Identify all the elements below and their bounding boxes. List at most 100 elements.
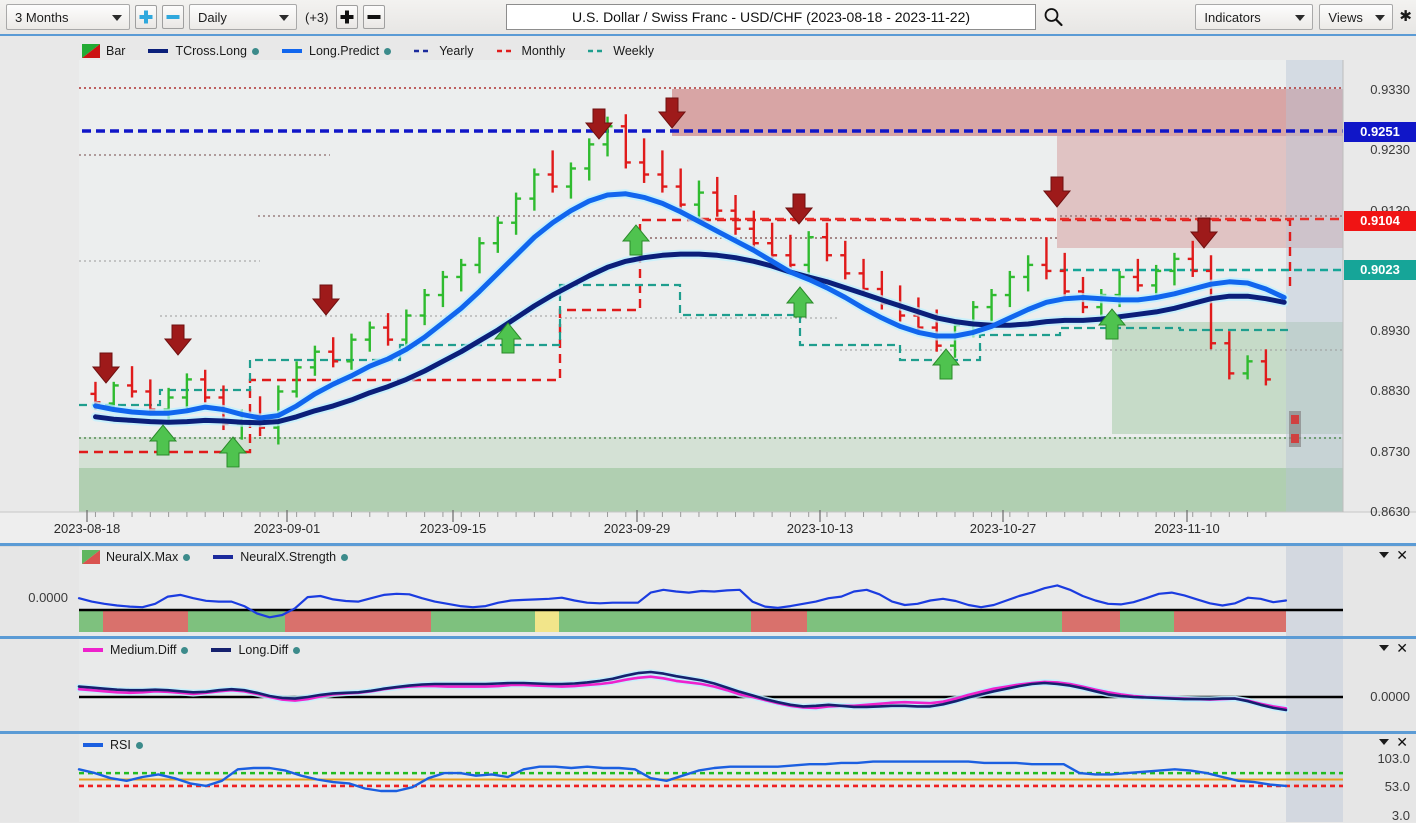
neuralx-legend-item[interactable]: NeuralX.Max [82, 550, 190, 564]
diff-legend-item[interactable]: Medium.Diff [82, 643, 188, 657]
last-bar-marker-top [1291, 415, 1299, 424]
main-price-panel[interactable]: 2023-08-182023-09-012023-09-152023-09-29… [0, 60, 1416, 543]
line-swatch-icon [82, 740, 104, 750]
chevron-down-icon[interactable] [1379, 552, 1389, 558]
interval-select[interactable]: Daily [189, 4, 297, 30]
price-axis-label: 0.8630 [1344, 504, 1410, 519]
range-select-value: 3 Months [15, 10, 68, 25]
neuralx-panel[interactable]: NeuralX.Max NeuralX.Strength ✕ 0.0000 [0, 546, 1416, 636]
line-swatch-icon [281, 46, 303, 56]
neuralx-max-bar [1062, 610, 1120, 632]
main-legend-item[interactable]: Yearly [413, 44, 473, 58]
neuralx-max-bar [559, 610, 751, 632]
main-legend-item[interactable]: Monthly [496, 44, 566, 58]
chevron-down-icon [279, 15, 289, 21]
views-select[interactable]: Views [1319, 4, 1393, 30]
range-select[interactable]: 3 Months [6, 4, 130, 30]
range-increase-button[interactable] [135, 5, 157, 29]
legend-options-dot[interactable] [252, 48, 259, 55]
diff-right-axis-label: 0.0000 [1348, 689, 1410, 704]
neuralx-left-axis-label: 0.0000 [6, 590, 68, 605]
main-legend-item[interactable]: Bar [82, 44, 125, 58]
neuralx-max-bar [751, 610, 807, 632]
dashed-line-swatch-icon [413, 46, 433, 56]
neuralx-max-bar [431, 610, 535, 632]
search-icon[interactable] [1042, 6, 1064, 28]
indicators-select[interactable]: Indicators [1195, 4, 1313, 30]
price-axis-label: 0.8830 [1344, 383, 1410, 398]
legend-options-dot[interactable] [293, 647, 300, 654]
close-icon[interactable]: ✕ [1396, 736, 1408, 748]
dashed-line-swatch-icon [587, 46, 607, 56]
line-swatch-icon [82, 645, 104, 655]
legend-options-dot[interactable] [384, 48, 391, 55]
chevron-down-icon[interactable] [1379, 739, 1389, 745]
rsi-canvas[interactable] [0, 734, 1416, 822]
chevron-down-icon[interactable] [1379, 645, 1389, 651]
main-legend-label: TCross.Long [175, 44, 247, 58]
main-legend-item[interactable]: TCross.Long [147, 44, 259, 58]
diff-legend-item[interactable]: Long.Diff [210, 643, 300, 657]
neuralx-max-bar [188, 610, 285, 632]
rsi-legend: RSI [82, 737, 165, 753]
x-axis-label: 2023-09-01 [254, 521, 321, 536]
neuralx-max-bar [535, 610, 559, 632]
offset-increase-button[interactable] [336, 5, 358, 29]
rsi-plot-area [79, 734, 1343, 822]
x-axis-label: 2023-10-27 [970, 521, 1037, 536]
offset-label: (+3) [302, 10, 331, 25]
rsi-axis-label-low: 3.0 [1348, 808, 1410, 823]
views-select-value: Views [1328, 10, 1362, 25]
main-legend-item[interactable]: Long.Predict [281, 44, 391, 58]
close-icon[interactable]: ✕ [1396, 549, 1408, 561]
legend-options-dot[interactable] [181, 647, 188, 654]
toolbar-right-group: Indicators Views ✱ [1195, 4, 1412, 30]
rsi-forecast-shade [1286, 734, 1343, 822]
toolbar-left-group: 3 Months Daily (+3) [6, 4, 385, 30]
line-swatch-icon [147, 46, 169, 56]
neuralx-legend-label: NeuralX.Strength [240, 550, 336, 564]
main-legend-label: Yearly [439, 44, 473, 58]
legend-options-dot[interactable] [136, 742, 143, 749]
indicators-select-value: Indicators [1204, 10, 1260, 25]
offset-decrease-button[interactable] [363, 5, 385, 29]
price-axis-label: 0.8730 [1344, 444, 1410, 459]
chevron-down-icon [1295, 15, 1305, 21]
rsi-panel[interactable]: RSI ✕ 103.0 53.0 3.0 [0, 734, 1416, 822]
price-badge-weekly[interactable]: 0.9023 [1344, 260, 1416, 280]
diff-panel[interactable]: Medium.Diff Long.Diff ✕ 0.0000 [0, 639, 1416, 731]
symbol-input[interactable]: U.S. Dollar / Swiss Franc - USD/CHF (202… [506, 4, 1036, 30]
neuralx-legend-item[interactable]: NeuralX.Strength [212, 550, 348, 564]
line-swatch-icon [212, 552, 234, 562]
main-legend-label: Bar [106, 44, 125, 58]
range-decrease-button[interactable] [162, 5, 184, 29]
neuralx-legend-label: NeuralX.Max [106, 550, 178, 564]
neuralx-max-bar [285, 610, 431, 632]
legend-options-dot[interactable] [183, 554, 190, 561]
price-axis-label: 0.9230 [1344, 142, 1410, 157]
neuralx-max-bar [807, 610, 1062, 632]
dashed-line-swatch-icon [496, 46, 516, 56]
neuralx-max-bar [1174, 610, 1286, 632]
star-icon[interactable]: ✱ [1399, 9, 1412, 26]
chart-application-window: 3 Months Daily (+3) [0, 0, 1416, 822]
chevron-down-icon [112, 15, 122, 21]
x-axis-label: 2023-09-15 [420, 521, 487, 536]
close-icon[interactable]: ✕ [1396, 642, 1408, 654]
main-legend-item[interactable]: Weekly [587, 44, 654, 58]
price-badge-yearly[interactable]: 0.9251 [1344, 122, 1416, 142]
neuralx-max-bar [1120, 610, 1174, 632]
upper-red-zone [672, 89, 1343, 136]
bottom-green-zone [79, 468, 1343, 512]
bottom-green-soft [79, 437, 1343, 468]
minus-icon [167, 15, 180, 19]
line-swatch-icon [210, 645, 232, 655]
rsi-legend-item[interactable]: RSI [82, 738, 143, 752]
x-axis-label: 2023-08-18 [54, 521, 121, 536]
legend-options-dot[interactable] [341, 554, 348, 561]
price-chart-canvas[interactable]: 2023-08-182023-09-012023-09-152023-09-29… [0, 60, 1416, 543]
price-badge-monthly[interactable]: 0.9104 [1344, 211, 1416, 231]
diff-legend-label: Medium.Diff [110, 643, 176, 657]
last-bar-marker-bottom [1291, 434, 1299, 443]
main-chart-legend: Bar TCross.Long Long.Predict Yearly Monthly W… [82, 42, 676, 60]
